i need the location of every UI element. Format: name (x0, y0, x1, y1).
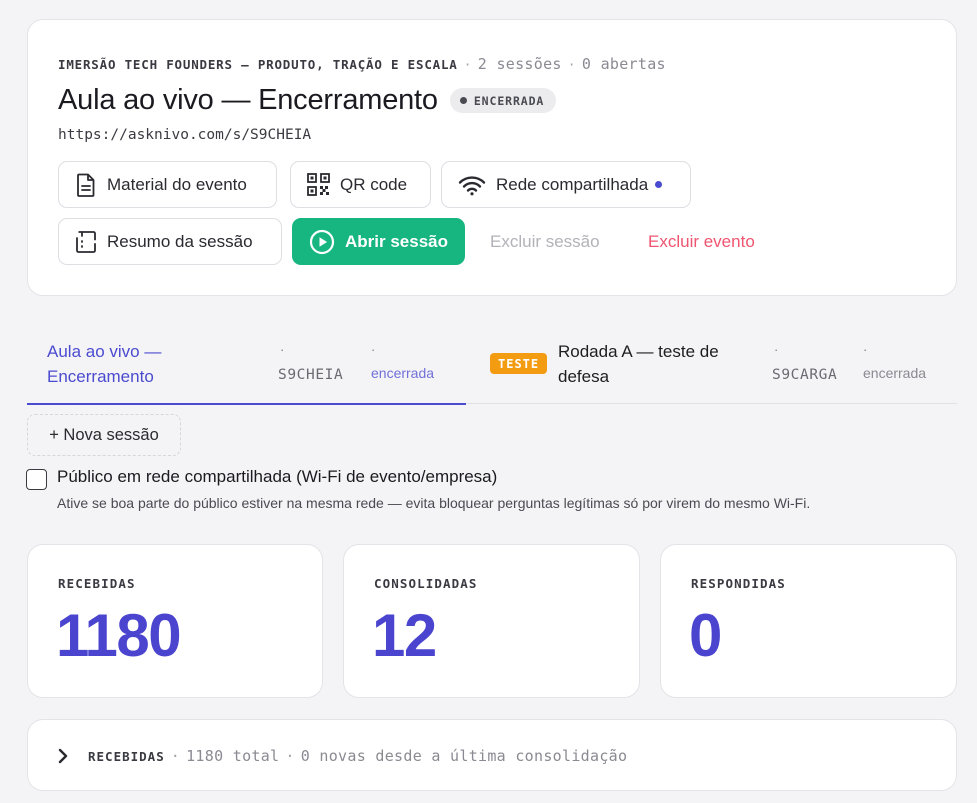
delete-event-button[interactable]: Excluir evento (648, 232, 755, 252)
stat-value: 0 (689, 602, 722, 669)
shared-network-button[interactable]: Rede compartilhada (441, 161, 691, 208)
new-session-button[interactable]: + Nova sessão (27, 414, 181, 456)
summary-icon (76, 230, 96, 253)
event-name: IMERSÃO TECH FOUNDERS — PRODUTO, TRAÇÃO … (58, 57, 458, 72)
event-meta: IMERSÃO TECH FOUNDERS — PRODUTO, TRAÇÃO … (58, 55, 666, 73)
session-code: S9CHEIA (278, 367, 344, 383)
stat-label: RESPONDIDAS (691, 576, 786, 591)
received-panel-toggle[interactable]: RECEBIDAS · 1180 total · 0 novas desde a últ… (27, 719, 957, 791)
material-button[interactable]: Material do evento (58, 161, 277, 208)
page-title: Aula ao vivo — Encerramento (58, 84, 438, 116)
active-indicator-dot (655, 181, 663, 188)
stat-card-answered: RESPONDIDAS 0 (660, 544, 957, 698)
title-row: Aula ao vivo — Encerramento ENCERRADA (58, 84, 557, 117)
qr-code-icon (307, 173, 330, 196)
session-summary-button[interactable]: Resumo da sessão (58, 218, 282, 265)
chevron-right-icon (58, 748, 68, 764)
tab-title: Rodada A — teste de defesa (558, 342, 719, 386)
session-code: S9CARGA (772, 367, 838, 383)
test-badge: TESTE (490, 353, 548, 374)
tab-session-s9cheia[interactable]: Aula ao vivo — Encerramento · S9CHEIA · … (27, 330, 466, 405)
sessions-count: 2 sessões (477, 55, 562, 73)
delete-session-button[interactable]: Excluir sessão (490, 232, 600, 252)
open-session-button[interactable]: Abrir sessão (292, 218, 465, 265)
event-card: IMERSÃO TECH FOUNDERS — PRODUTO, TRAÇÃO … (27, 19, 957, 296)
status-badge: ENCERRADA (449, 88, 557, 113)
status-dot-icon (459, 97, 467, 104)
document-icon (77, 173, 95, 197)
shared-network-checkbox[interactable] (26, 469, 47, 490)
wifi-icon (458, 175, 486, 195)
stat-label: CONSOLIDADAS (374, 576, 478, 591)
received-summary: RECEBIDAS · 1180 total · 0 novas desde a últ… (88, 747, 628, 765)
open-count: 0 abertas (581, 55, 666, 73)
session-state: encerrada (371, 365, 435, 381)
session-state: encerrada (863, 365, 927, 381)
stat-card-consolidated: CONSOLIDADAS 12 (343, 544, 640, 698)
stat-value: 12 (372, 602, 437, 669)
stat-label: RECEBIDAS (58, 576, 136, 591)
shared-network-label[interactable]: Público em rede compartilhada (Wi-Fi de … (57, 467, 497, 487)
session-tabs: Aula ao vivo — Encerramento · S9CHEIA · … (27, 330, 957, 405)
shared-network-help: Ative se boa parte do público estiver na… (57, 495, 811, 511)
qr-code-button[interactable]: QR code (290, 161, 431, 208)
tab-session-s9carga[interactable]: TESTE Rodada A — teste de defesa · S9CAR… (466, 330, 957, 404)
stat-value: 1180 (56, 602, 182, 669)
play-circle-icon (309, 229, 335, 254)
session-url[interactable]: https://asknivo.com/s/S9CHEIA (58, 127, 311, 143)
tab-title: Aula ao vivo — Encerramento (47, 342, 162, 386)
stat-card-received: RECEBIDAS 1180 (27, 544, 323, 698)
